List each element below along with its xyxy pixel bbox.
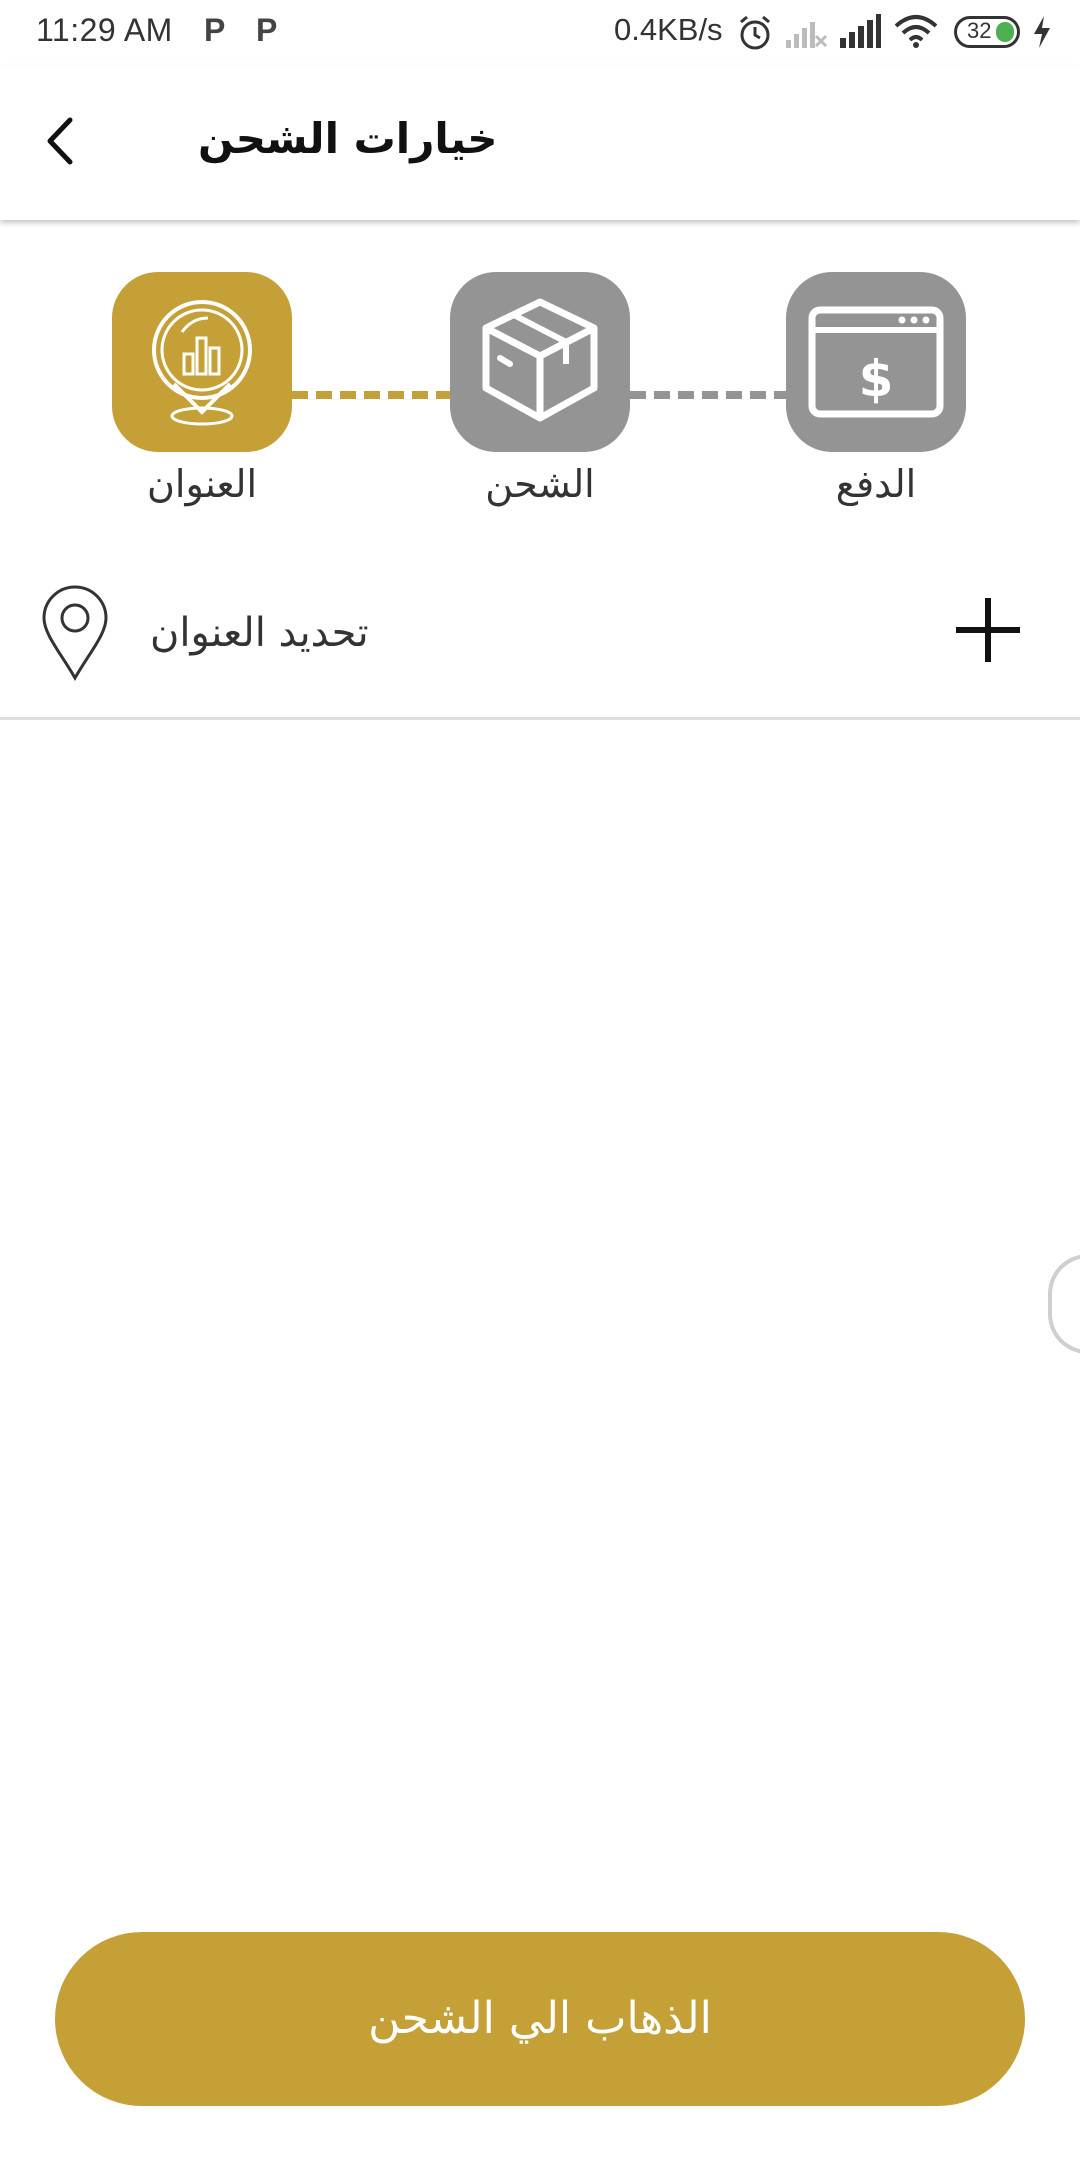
go-to-shipping-button[interactable]: الذهاب الي الشحن bbox=[55, 1932, 1025, 2106]
step-connector-active bbox=[292, 391, 452, 399]
map-pin-icon bbox=[42, 585, 108, 682]
app-bar: خيارات الشحن bbox=[0, 66, 1080, 220]
step-label-address: العنوان bbox=[146, 462, 258, 506]
plus-icon[interactable] bbox=[952, 594, 1024, 666]
status-bar: 11:29 AM P P 0.4KB/s 32 bbox=[0, 0, 1080, 66]
step-payment[interactable]: $ bbox=[786, 272, 966, 452]
step-address[interactable] bbox=[112, 272, 292, 452]
status-time: 11:29 AM bbox=[36, 12, 173, 48]
svg-text:$: $ bbox=[859, 350, 894, 408]
box-icon bbox=[482, 298, 598, 422]
step-shipping[interactable] bbox=[450, 272, 630, 452]
signal-off-icon bbox=[786, 22, 828, 48]
step-label-shipping: الشحن bbox=[485, 462, 595, 506]
notification-p-icon: P bbox=[204, 12, 226, 48]
step-label-payment: الدفع bbox=[835, 462, 917, 506]
charging-icon bbox=[1034, 16, 1050, 48]
notification-p-icon: P bbox=[256, 12, 278, 48]
battery-icon: 32 bbox=[954, 16, 1020, 48]
battery-level: 32 bbox=[967, 18, 992, 43]
network-speed: 0.4KB/s bbox=[614, 12, 723, 47]
address-label: تحديد العنوان bbox=[150, 610, 369, 656]
address-row[interactable]: تحديد العنوان bbox=[0, 560, 1080, 720]
signal-icon bbox=[840, 14, 881, 48]
step-connector-inactive bbox=[630, 391, 790, 399]
back-arrow-icon[interactable] bbox=[28, 106, 98, 176]
edge-swipe-handle[interactable] bbox=[1048, 1254, 1080, 1354]
page-title: خيارات الشحن bbox=[198, 114, 498, 163]
payment-browser-icon: $ bbox=[808, 306, 944, 418]
wifi-icon bbox=[894, 15, 938, 48]
alarm-icon bbox=[740, 15, 770, 50]
location-chart-icon bbox=[152, 300, 252, 426]
